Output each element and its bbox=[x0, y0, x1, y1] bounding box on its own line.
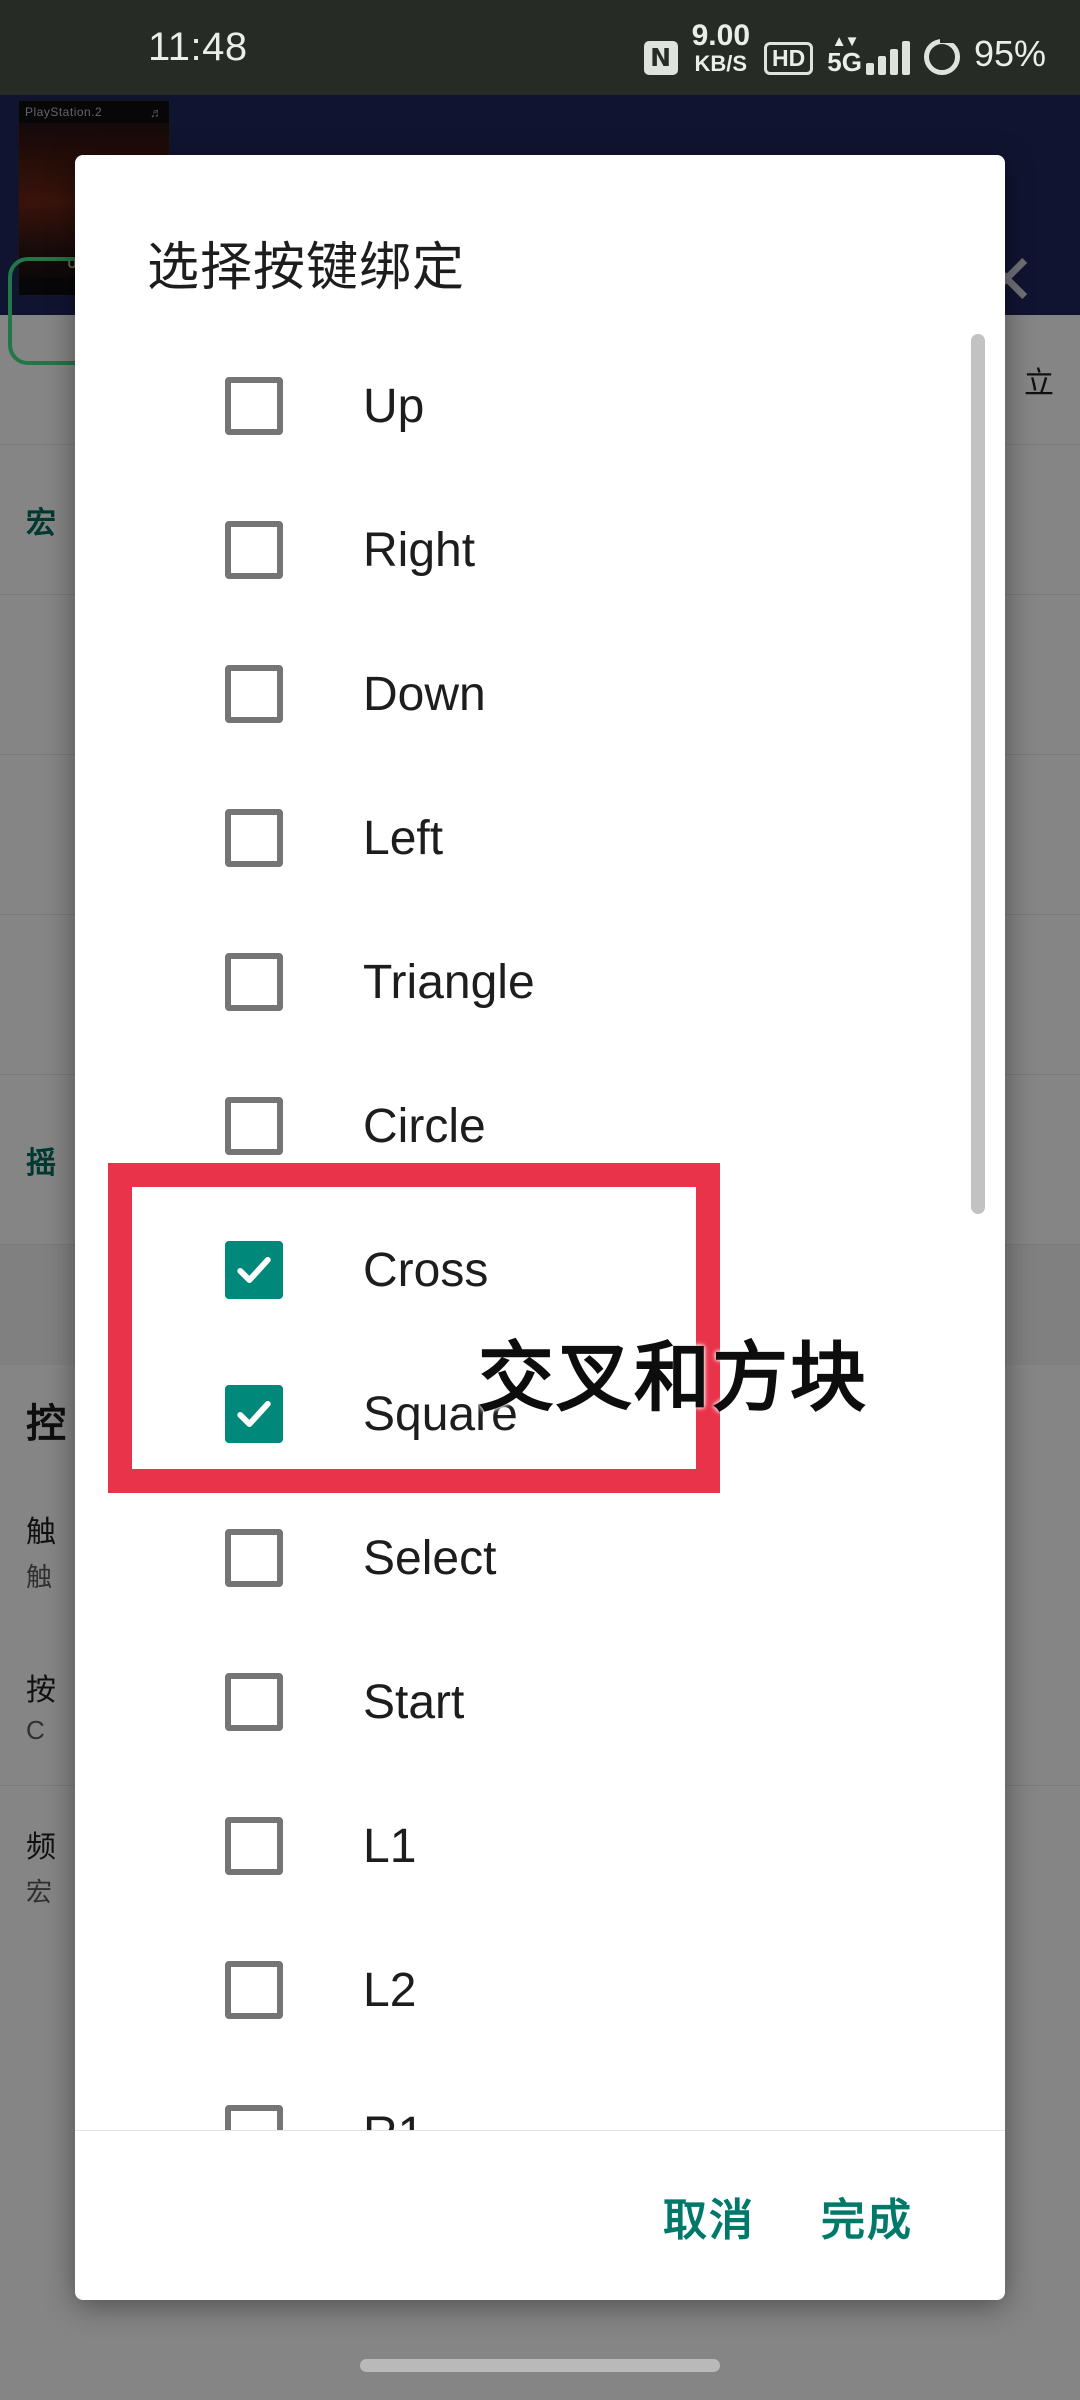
signal-bars-icon bbox=[865, 40, 910, 75]
checkbox-unchecked-icon[interactable] bbox=[225, 1529, 283, 1587]
network-speed-unit: KB/S bbox=[694, 50, 748, 76]
key-binding-label: Cross bbox=[363, 1243, 489, 1297]
checkbox-checked-icon[interactable] bbox=[225, 1385, 283, 1443]
key-binding-item[interactable]: Start bbox=[75, 1630, 1005, 1774]
network-speed-indicator: 9.00 KB/S bbox=[691, 18, 751, 76]
checkbox-unchecked-icon[interactable] bbox=[225, 953, 283, 1011]
confirm-button[interactable]: 完成 bbox=[821, 2184, 913, 2248]
checkbox-unchecked-icon[interactable] bbox=[225, 1673, 283, 1731]
status-bar: 11:48 N 9.00 KB/S HD ▲▼ 5G 95% bbox=[0, 0, 1080, 95]
key-binding-list[interactable]: Up Right Down Left Triangle Circle Cross Square… bbox=[75, 334, 1005, 2130]
network-type-group: ▲▼ 5G bbox=[827, 34, 862, 75]
annotation-label: 交叉和方块 bbox=[478, 1336, 868, 1421]
status-bar-clock: 11:48 bbox=[148, 25, 248, 69]
checkbox-unchecked-icon[interactable] bbox=[225, 1961, 283, 2019]
checkbox-unchecked-icon[interactable] bbox=[225, 1817, 283, 1875]
battery-percent-label: 95% bbox=[973, 32, 1046, 74]
checkbox-unchecked-icon[interactable] bbox=[225, 809, 283, 867]
navigation-bar bbox=[0, 2300, 1080, 2400]
key-binding-label: L2 bbox=[363, 1963, 417, 2017]
key-binding-item[interactable]: R1 bbox=[75, 2062, 1005, 2130]
checkbox-unchecked-icon[interactable] bbox=[225, 665, 283, 723]
network-speed-value: 9.00 bbox=[691, 18, 751, 52]
checkbox-unchecked-icon[interactable] bbox=[225, 377, 283, 435]
dialog-action-bar: 取消 完成 bbox=[75, 2130, 1005, 2300]
key-binding-item[interactable]: L2 bbox=[75, 1918, 1005, 2062]
checkbox-unchecked-icon[interactable] bbox=[225, 2105, 283, 2130]
hd-icon: HD bbox=[764, 41, 814, 75]
dialog-list-container: Up Right Down Left Triangle Circle Cross Square… bbox=[75, 334, 1005, 2130]
home-gesture-pill[interactable] bbox=[360, 2359, 720, 2372]
vertical-scrollbar[interactable] bbox=[971, 334, 985, 1214]
key-binding-label: Select bbox=[363, 1531, 497, 1585]
key-binding-label: Up bbox=[363, 379, 425, 433]
key-binding-item[interactable]: Select bbox=[75, 1486, 1005, 1630]
status-bar-icons: N 9.00 KB/S HD ▲▼ 5G 95% bbox=[643, 18, 1046, 76]
network-type-label: 5G bbox=[827, 46, 862, 77]
key-binding-item[interactable]: Triangle bbox=[75, 910, 1005, 1054]
battery-ring-icon bbox=[923, 34, 960, 75]
dialog-title: 选择按键绑定 bbox=[147, 239, 466, 297]
cancel-button[interactable]: 取消 bbox=[663, 2184, 755, 2248]
key-binding-item[interactable]: Circle bbox=[75, 1054, 1005, 1198]
checkbox-unchecked-icon[interactable] bbox=[225, 521, 283, 579]
key-binding-label: Down bbox=[363, 667, 486, 721]
key-binding-dialog: 选择按键绑定 Up Right Down Left Triangle Circle Cros… bbox=[75, 155, 1005, 2300]
checkbox-unchecked-icon[interactable] bbox=[225, 1097, 283, 1155]
key-binding-label: L1 bbox=[363, 1819, 417, 1873]
key-binding-item[interactable]: Down bbox=[75, 622, 1005, 766]
key-binding-item[interactable]: Right bbox=[75, 478, 1005, 622]
key-binding-item[interactable]: Up bbox=[75, 334, 1005, 478]
key-binding-label: Start bbox=[363, 1675, 465, 1729]
key-binding-item[interactable]: L1 bbox=[75, 1774, 1005, 1918]
checkbox-checked-icon[interactable] bbox=[225, 1241, 283, 1299]
key-binding-label: R1 bbox=[363, 2107, 424, 2131]
phone-screen: Rest ✕ PlayStation.2 ♬ ULTRA 立 宏 bbox=[0, 0, 1080, 2400]
key-binding-label: Left bbox=[363, 811, 444, 865]
nfc-icon: N bbox=[643, 40, 678, 75]
key-binding-label: Right bbox=[363, 523, 476, 577]
key-binding-item[interactable]: Left bbox=[75, 766, 1005, 910]
network-indicator: ▲▼ 5G bbox=[827, 34, 910, 75]
key-binding-label: Triangle bbox=[363, 955, 535, 1009]
key-binding-label: Circle bbox=[363, 1099, 486, 1153]
